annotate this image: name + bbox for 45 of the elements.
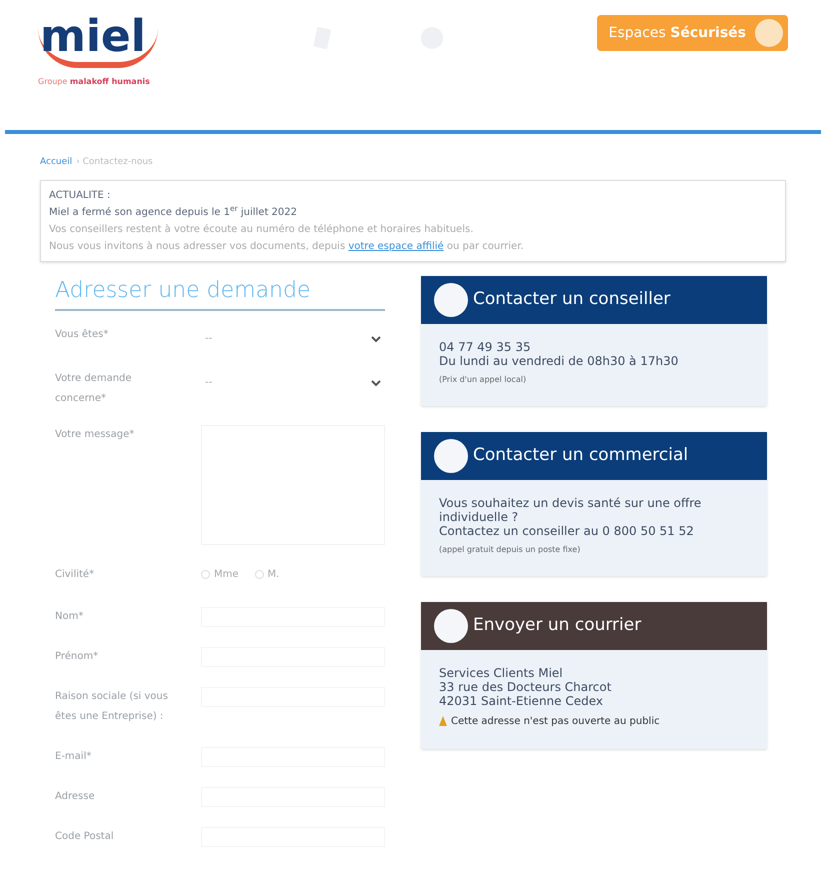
circle-icon bbox=[433, 282, 469, 318]
chevron-icon bbox=[371, 378, 381, 386]
card-note: Cette adresse n'est pas ouverte au public bbox=[451, 714, 660, 728]
field-label: Code Postal bbox=[55, 830, 115, 844]
notice-text: Miel a fermé son agence depuis le 1$^{er}$ juillet 2022 bbox=[49, 204, 298, 220]
card-text: 42031 Saint-Etienne Cedex bbox=[439, 694, 604, 708]
radio-button[interactable] bbox=[254, 570, 264, 579]
secure-space-button[interactable]: Espaces Sécurisés bbox=[596, 15, 788, 51]
card-text: Du lundi au vendredi de 08h30 à 17h30 bbox=[439, 354, 680, 368]
select-field[interactable]: -- bbox=[201, 368, 385, 396]
card-title: Contacter un commercial bbox=[473, 444, 688, 467]
chevron-icon bbox=[371, 334, 381, 342]
radio-label: Mme bbox=[214, 568, 239, 582]
radio-label: M. bbox=[268, 568, 280, 582]
breadcrumb-current: › Contactez-nous bbox=[76, 156, 153, 169]
select-field[interactable]: -- bbox=[201, 324, 385, 352]
field-label: Vous êtes* bbox=[55, 328, 110, 342]
notice-text: Vos conseillers restent à votre écoute au numéro de téléphone et horaires habituels. bbox=[49, 222, 474, 236]
breadcrumb-link[interactable]: Accueil bbox=[40, 156, 72, 170]
card-note: (appel gratuit depuis un poste fixe) bbox=[439, 544, 580, 556]
card-text: 33 rue des Docteurs Charcot bbox=[439, 680, 612, 694]
logo[interactable]: miel bbox=[38, 12, 158, 68]
card-text: Services Clients Miel bbox=[439, 666, 564, 680]
field-label: Raison sociale (si vous êtes une Entreprise) : bbox=[55, 690, 169, 724]
card-title: Contacter un conseiller bbox=[473, 288, 670, 311]
card-text: Vous souhaitez un devis santé sur une offre individuelle ? bbox=[439, 496, 702, 524]
affiliate-space-link[interactable]: votre espace affilié bbox=[348, 240, 444, 252]
field-label: Nom* bbox=[55, 610, 84, 624]
circle-icon bbox=[433, 608, 469, 644]
field-label: Votre demande concerne* bbox=[55, 372, 133, 406]
radio-button[interactable] bbox=[201, 570, 210, 579]
circle-icon bbox=[433, 438, 469, 474]
card-title: Envoyer un courrier bbox=[473, 614, 642, 637]
field-label: Prénom* bbox=[55, 650, 100, 664]
card-note: (Prix d'un appel local) bbox=[439, 374, 526, 386]
field-label: Votre message* bbox=[55, 428, 136, 442]
tagline: Groupe malakoff humanis bbox=[38, 76, 151, 88]
field-label: Adresse bbox=[55, 790, 96, 804]
form-title: Adresser une demande bbox=[55, 274, 385, 310]
card-text: 04 77 49 35 35 bbox=[439, 340, 532, 354]
card-text: Contactez un conseiller au 0 800 50 51 52 bbox=[439, 524, 695, 538]
notice-title: ACTUALITE : bbox=[49, 188, 112, 202]
field-label: E-mail* bbox=[55, 750, 92, 764]
notice-text: Nous vous invitons à nous adresser vos documents, depuis votre espace affilié ou par courrier. bbox=[49, 240, 525, 254]
field-label: Civilité* bbox=[55, 568, 96, 582]
